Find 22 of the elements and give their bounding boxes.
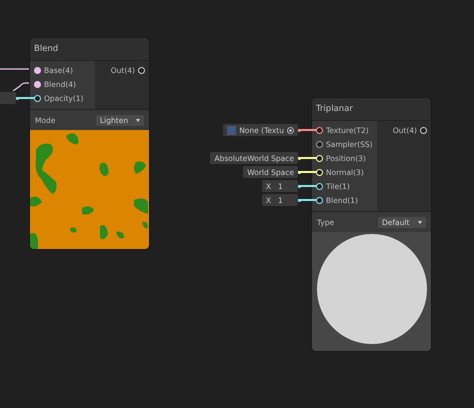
wire-drawing	[0, 67, 32, 91]
wire	[298, 157, 317, 159]
port-icon[interactable]	[34, 66, 41, 74]
node-title: Triplanar	[312, 98, 431, 120]
port-icon[interactable]	[138, 66, 145, 74]
port-icon[interactable]	[420, 126, 427, 134]
port-icon[interactable]	[316, 140, 323, 148]
wire	[298, 129, 317, 131]
wire	[298, 199, 317, 201]
wire	[16, 97, 35, 99]
node-title: Blend	[30, 38, 149, 60]
port-icon[interactable]	[34, 94, 41, 102]
wire	[298, 185, 317, 187]
port-icon[interactable]	[316, 196, 323, 204]
port-icon[interactable]	[34, 80, 41, 88]
caret-icon	[136, 118, 140, 122]
target-icon[interactable]	[287, 126, 294, 134]
caret-icon	[418, 220, 422, 224]
port-icon[interactable]	[316, 182, 323, 190]
wire	[298, 171, 317, 173]
port-icon[interactable]	[316, 126, 323, 134]
texture-icon	[227, 126, 236, 134]
